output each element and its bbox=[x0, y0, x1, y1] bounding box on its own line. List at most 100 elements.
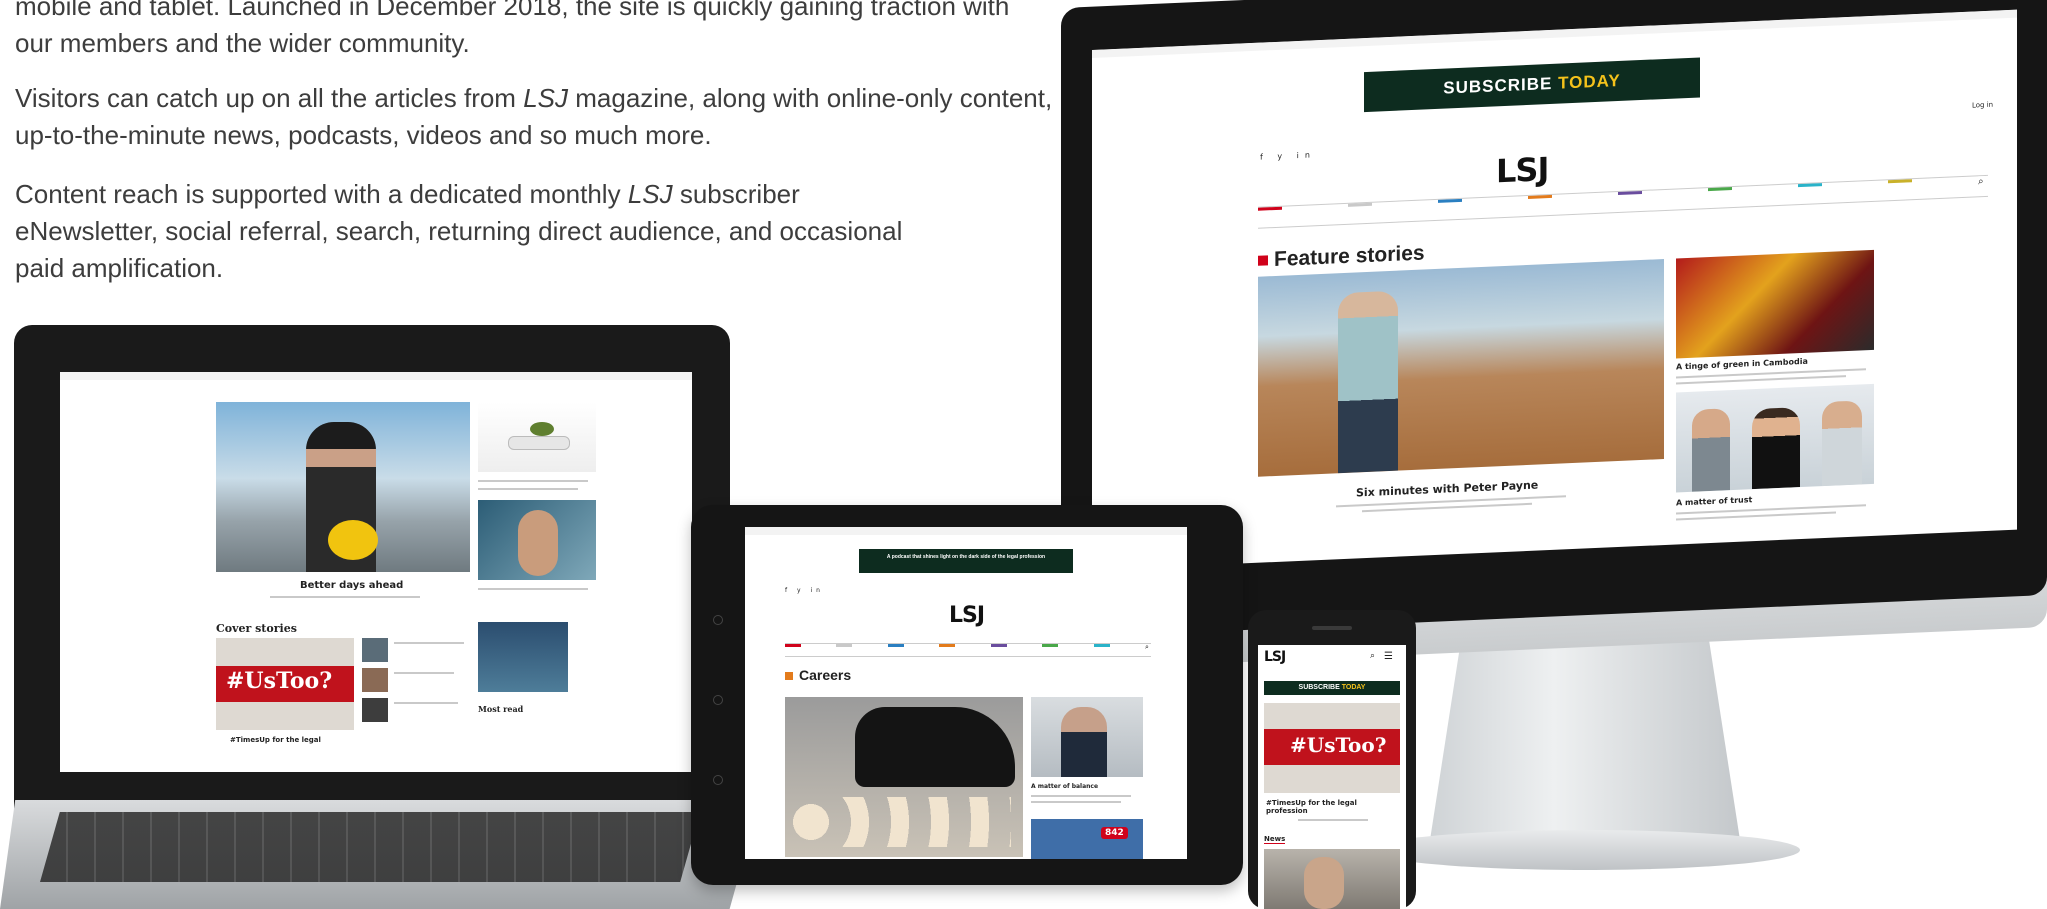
nav-item-4[interactable] bbox=[1528, 194, 1552, 199]
laptop-side-summary-1b bbox=[478, 488, 578, 490]
tablet-section-heading: Careers bbox=[785, 667, 851, 683]
intro-paragraph-3: Content reach is supported with a dedica… bbox=[15, 176, 935, 287]
phone-subscribe-banner[interactable]: SUBSCRIBE TODAY bbox=[1264, 681, 1400, 695]
tablet-nav-item-6[interactable] bbox=[1042, 644, 1059, 647]
desktop-lead-caption[interactable]: Six minutes with Peter Payne bbox=[1356, 479, 1538, 500]
nav-item-2[interactable] bbox=[1348, 202, 1372, 207]
nav-item-5[interactable] bbox=[1618, 190, 1642, 196]
phone-subscribe-today: TODAY bbox=[1341, 684, 1366, 691]
tablet-side-summary-2 bbox=[1031, 801, 1121, 803]
tablet-social-icons[interactable]: f y in bbox=[785, 587, 824, 594]
tablet-logo[interactable]: LSJ bbox=[949, 603, 985, 628]
tablet-side-ad[interactable]: 842 bbox=[1031, 819, 1143, 859]
phone-subscribe-text: SUBSCRIBE bbox=[1298, 684, 1342, 691]
laptop-cover-photo[interactable]: #UsToo? bbox=[216, 638, 354, 730]
desktop-side-photo-2[interactable] bbox=[1676, 383, 1874, 493]
laptop-side-summary-2 bbox=[478, 588, 588, 590]
nav-item-home[interactable] bbox=[1258, 206, 1282, 211]
tablet-side-button-1 bbox=[713, 615, 723, 625]
phone-logo[interactable]: LSJ bbox=[1264, 649, 1286, 665]
nav-item-7[interactable] bbox=[1798, 183, 1822, 188]
side-photo-person bbox=[1061, 707, 1107, 777]
desktop-login-link[interactable]: Log in bbox=[1972, 101, 1993, 110]
phone-menu-icon[interactable]: ☰ bbox=[1384, 651, 1393, 662]
desktop-subscribe-text: SUBSCRIBE bbox=[1443, 73, 1559, 98]
tablet-nav-item-7[interactable] bbox=[1093, 644, 1110, 647]
side-photo-2-person-2 bbox=[1752, 407, 1800, 490]
tablet-nav-item-1[interactable] bbox=[785, 644, 801, 647]
intro-paragraph-2-text-a: Visitors can catch up on all the article… bbox=[15, 83, 524, 113]
desktop-nav-bar[interactable]: ⌕ bbox=[1258, 174, 1988, 229]
phone-cover-photo[interactable]: #UsToo? bbox=[1264, 703, 1400, 793]
tablet-nav-item-4[interactable] bbox=[939, 644, 956, 647]
tablet-badge: 842 bbox=[1101, 827, 1128, 839]
laptop-cover-tag: #UsToo? bbox=[226, 668, 333, 694]
tablet-side-button-3 bbox=[713, 775, 723, 785]
desktop-side-caption-2[interactable]: A matter of trust bbox=[1676, 495, 1752, 507]
tablet-nav-item-2[interactable] bbox=[836, 644, 853, 647]
phone-speaker bbox=[1312, 626, 1352, 630]
side-photo-2-face bbox=[518, 510, 558, 576]
desktop-section-title: Feature stories bbox=[1274, 241, 1425, 272]
lead-photo-figure bbox=[1338, 290, 1398, 474]
laptop-most-read-heading: Most read bbox=[478, 704, 524, 714]
desktop-section-heading: Feature stories bbox=[1258, 241, 1425, 272]
laptop-cover-thumb-1[interactable] bbox=[362, 638, 388, 662]
phone-cover-tag: #UsToo? bbox=[1290, 733, 1387, 757]
tablet-nav-bar[interactable]: ⌕ bbox=[785, 643, 1151, 657]
laptop-ad-block[interactable] bbox=[478, 622, 568, 692]
side-photo-1-leaves bbox=[530, 422, 554, 436]
laptop-cover-caption[interactable]: #TimesUp for the legal bbox=[230, 736, 321, 744]
nav-item-3[interactable] bbox=[1438, 198, 1462, 203]
side-photo-2-person-1 bbox=[1692, 408, 1730, 492]
laptop-keyboard bbox=[40, 812, 700, 882]
desktop-search-icon[interactable]: ⌕ bbox=[1978, 175, 1988, 187]
phone-search-icon[interactable]: ⌕ bbox=[1370, 651, 1375, 661]
desktop-logo[interactable]: LSJ bbox=[1496, 150, 1548, 190]
monitor-screen: SUBSCRIBE TODAY Log in f y in LSJ ⌕ Feat… bbox=[1092, 9, 2017, 570]
tablet-search-icon[interactable]: ⌕ bbox=[1144, 644, 1151, 651]
lead-photo-eggs bbox=[791, 797, 1011, 847]
tablet-podcast-banner[interactable]: A podcast that shines light on the dark … bbox=[859, 549, 1073, 573]
laptop-cover-heading: Cover stories bbox=[216, 622, 297, 635]
laptop-cover-thumb-3[interactable] bbox=[362, 698, 388, 722]
laptop-side-photo-2[interactable] bbox=[478, 500, 596, 580]
side-photo-2-person-3 bbox=[1822, 400, 1862, 487]
tablet-side-button-2 bbox=[713, 695, 723, 705]
intro-paragraph-1-text: mobile and tablet. Launched in December … bbox=[15, 0, 1010, 58]
phone-section-heading: News bbox=[1264, 835, 1286, 844]
monitor-stand-base bbox=[1370, 830, 1800, 870]
laptop-cover-thumb-2[interactable] bbox=[362, 668, 388, 692]
phone-news-photo-face bbox=[1304, 857, 1344, 909]
phone-cover-caption[interactable]: #TimesUp for the legal profession bbox=[1266, 799, 1400, 815]
laptop-screen: Better days ahead Most read Cover storie… bbox=[60, 372, 692, 772]
laptop-side-summary-1 bbox=[478, 480, 588, 482]
monitor-stand-neck bbox=[1430, 640, 1740, 840]
nav-item-6[interactable] bbox=[1708, 187, 1732, 192]
desktop-subscribe-banner[interactable]: SUBSCRIBE TODAY bbox=[1364, 57, 1700, 113]
tablet-nav-item-5[interactable] bbox=[990, 644, 1007, 647]
tablet-nav-item-3[interactable] bbox=[887, 644, 904, 647]
desktop-lead-photo[interactable] bbox=[1258, 259, 1664, 477]
tablet-side-caption[interactable]: A matter of balance bbox=[1031, 783, 1098, 790]
intro-paragraph-2-lsj: LSJ bbox=[523, 83, 569, 113]
tablet-section-title: Careers bbox=[799, 667, 852, 683]
lead-photo-shoe bbox=[855, 707, 1015, 787]
desktop-side-caption-1[interactable]: A tinge of green in Cambodia bbox=[1676, 357, 1808, 372]
phone-news-photo[interactable] bbox=[1264, 849, 1400, 909]
laptop-hero-photo[interactable] bbox=[216, 402, 470, 572]
tablet-screen: A podcast that shines light on the dark … bbox=[745, 527, 1187, 859]
desktop-side-photo-1[interactable] bbox=[1676, 249, 1874, 359]
laptop-status-bar bbox=[60, 372, 692, 380]
tablet-side-photo[interactable] bbox=[1031, 697, 1143, 777]
phone-screen: LSJ ☰ ⌕ SUBSCRIBE TODAY #UsToo? #TimesUp… bbox=[1258, 645, 1406, 909]
desktop-social-icons[interactable]: f y in bbox=[1260, 150, 1316, 161]
nav-item-8[interactable] bbox=[1888, 179, 1912, 184]
laptop-hero-caption[interactable]: Better days ahead bbox=[300, 580, 403, 591]
side-photo-1-object bbox=[508, 436, 570, 450]
intro-paragraph-2: Visitors can catch up on all the article… bbox=[15, 80, 1095, 154]
tablet-section-marker-icon bbox=[785, 672, 793, 681]
tablet-lead-photo[interactable] bbox=[785, 697, 1023, 857]
laptop-cover-list-3 bbox=[394, 702, 458, 704]
laptop-side-photo-1[interactable] bbox=[478, 402, 596, 472]
